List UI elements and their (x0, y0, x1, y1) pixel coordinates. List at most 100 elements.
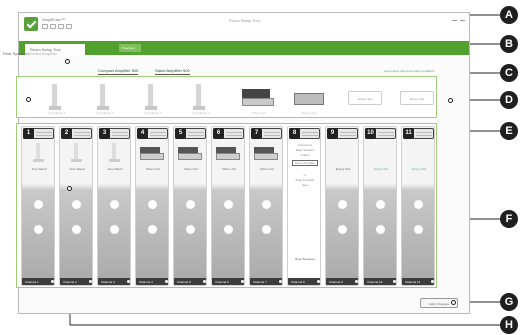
channel-header[interactable]: 4 (137, 128, 168, 139)
channel-strip[interactable]: 8 Connect to Rear Speaker Output Select Ampl… (287, 126, 321, 286)
channel-caption: Empty Slot (411, 167, 427, 171)
channel-instruction: Output (300, 153, 310, 157)
stand-base (97, 106, 109, 110)
catalog-item[interactable]: Empty Slot (345, 81, 385, 115)
channel-knob[interactable] (414, 225, 423, 234)
channel-footer[interactable]: Channel 1 (22, 278, 54, 285)
channel-knob[interactable] (110, 225, 119, 234)
channel-footer[interactable]: Channel 9 (326, 278, 358, 285)
tab-compact-amplifier[interactable]: Compact Amplifier 500 (98, 68, 139, 75)
channel-caption: Mixer Unit (222, 167, 236, 171)
channel-header[interactable]: 9 (327, 128, 358, 139)
channel-header[interactable]: 2 (61, 128, 92, 139)
channel-header[interactable]: 11 (403, 128, 434, 139)
catalog-item[interactable]: Amp Stand 2 (85, 81, 125, 115)
open-icon[interactable] (42, 24, 48, 29)
channel-knob[interactable] (414, 200, 423, 209)
channel-header[interactable]: 8 (289, 128, 320, 139)
channel-menu-icon[interactable] (317, 280, 320, 283)
channel-footer[interactable]: Channel 8 (288, 278, 320, 285)
channel-strip[interactable]: 2 Amp Stand Channel 2 (59, 126, 93, 286)
channel-knob[interactable] (262, 225, 271, 234)
catalog-slot-button[interactable]: Empty Slot (400, 91, 434, 105)
channel-knob[interactable] (110, 200, 119, 209)
channel-header[interactable]: 3 (99, 128, 130, 139)
channel-strip[interactable]: 10 Empty Slot Channel 10 (363, 126, 397, 286)
tab-stand-amplifier[interactable]: Stand Amplifier 500 (155, 68, 190, 75)
channel-knob[interactable] (34, 225, 43, 234)
channel-strip[interactable]: 4 Mixer Unit Channel 4 (135, 126, 169, 286)
channel-footer[interactable]: Channel 4 (136, 278, 168, 285)
channel-footer[interactable]: Channel 10 (364, 278, 396, 285)
catalog-item[interactable]: Power Unit (289, 81, 329, 115)
channel-knob[interactable] (72, 200, 81, 209)
catalog-item-caption: Amp Stand 1 (48, 111, 66, 115)
channel-footer-label: Channel 10 (367, 280, 383, 284)
channel-knob[interactable] (148, 200, 157, 209)
channel-knob[interactable] (148, 225, 157, 234)
channel-knob[interactable] (72, 225, 81, 234)
channel-header[interactable]: 6 (213, 128, 244, 139)
select-amplifier-box[interactable]: Select Amplifier (292, 160, 318, 166)
channel-menu-icon[interactable] (127, 280, 130, 283)
channel-header[interactable]: 10 (365, 128, 396, 139)
amplifier-selector[interactable]: Select Amplifier (30, 51, 58, 56)
channel-menu-icon[interactable] (431, 280, 434, 283)
channel-footer[interactable]: Channel 3 (98, 278, 130, 285)
channel-footer[interactable]: Channel 2 (60, 278, 92, 285)
channel-caption: Mixer Unit (184, 167, 198, 171)
print-icon[interactable] (58, 24, 64, 29)
catalog-item[interactable]: Amp Stand 3 (133, 81, 173, 115)
channel-footer[interactable]: Channel 7 (250, 278, 282, 285)
channel-strip[interactable]: 5 Mixer Unit Channel 5 (173, 126, 207, 286)
catalog-item[interactable]: Amp Stand 4 (181, 81, 221, 115)
catalog-item[interactable]: Empty Slot (397, 81, 437, 115)
channel-menu-icon[interactable] (51, 280, 54, 283)
channel-footer[interactable]: Channel 11 (402, 278, 434, 285)
channel-header-lines (340, 132, 356, 136)
channel-knob[interactable] (186, 200, 195, 209)
learn-more-link[interactable]: Learn More about Compact Amplifiers (384, 69, 434, 73)
tab-overview[interactable]: Overview (119, 44, 141, 52)
channel-strip[interactable]: 11 Empty Slot Channel 11 (401, 126, 435, 286)
channel-knob[interactable] (224, 225, 233, 234)
channel-header[interactable]: 1 (23, 128, 54, 139)
channel-knob[interactable] (376, 225, 385, 234)
channel-footer-label: Channel 5 (177, 280, 191, 284)
channel-strip[interactable]: 9 Empty Slot Channel 9 (325, 126, 359, 286)
channel-menu-icon[interactable] (355, 280, 358, 283)
channel-strip[interactable]: 1 Amp Stand Channel 1 (21, 126, 55, 286)
channel-strip[interactable]: 7 Mixer Unit Channel 7 (249, 126, 283, 286)
channel-knob[interactable] (338, 200, 347, 209)
channel-footer-label: Channel 2 (63, 280, 77, 284)
save-icon[interactable] (50, 24, 56, 29)
channel-menu-icon[interactable] (393, 280, 396, 283)
minimize-icon[interactable] (452, 17, 457, 21)
channel-menu-icon[interactable] (165, 280, 168, 283)
power-unit-icon (292, 89, 326, 107)
channel-number: 2 (61, 128, 72, 139)
channel-menu-icon[interactable] (279, 280, 282, 283)
channel-header[interactable]: 5 (175, 128, 206, 139)
channel-knob[interactable] (376, 200, 385, 209)
channel-menu-icon[interactable] (89, 280, 92, 283)
channel-footer[interactable]: Channel 6 (212, 278, 244, 285)
channel-knob[interactable] (34, 200, 43, 209)
channel-menu-icon[interactable] (241, 280, 244, 283)
channel-knob[interactable] (338, 225, 347, 234)
channel-strip[interactable]: 6 Mixer Unit Channel 6 (211, 126, 245, 286)
channel-header[interactable]: 7 (251, 128, 282, 139)
close-icon[interactable] (460, 17, 465, 21)
channel-footer[interactable]: Channel 5 (174, 278, 206, 285)
channel-knob[interactable] (186, 225, 195, 234)
catalog-slot-button[interactable]: Empty Slot (348, 91, 382, 105)
channel-menu-icon[interactable] (203, 280, 206, 283)
callout-h: H (500, 316, 518, 334)
catalog-item[interactable]: Amp Stand 1 (37, 81, 77, 115)
channel-knob[interactable] (224, 200, 233, 209)
help-icon[interactable] (66, 24, 72, 29)
channel-strip[interactable]: 3 Amp Stand Channel 3 (97, 126, 131, 286)
catalog-item[interactable]: Mixer Unit (239, 81, 279, 115)
stand-base (33, 159, 44, 162)
channel-knob[interactable] (262, 200, 271, 209)
